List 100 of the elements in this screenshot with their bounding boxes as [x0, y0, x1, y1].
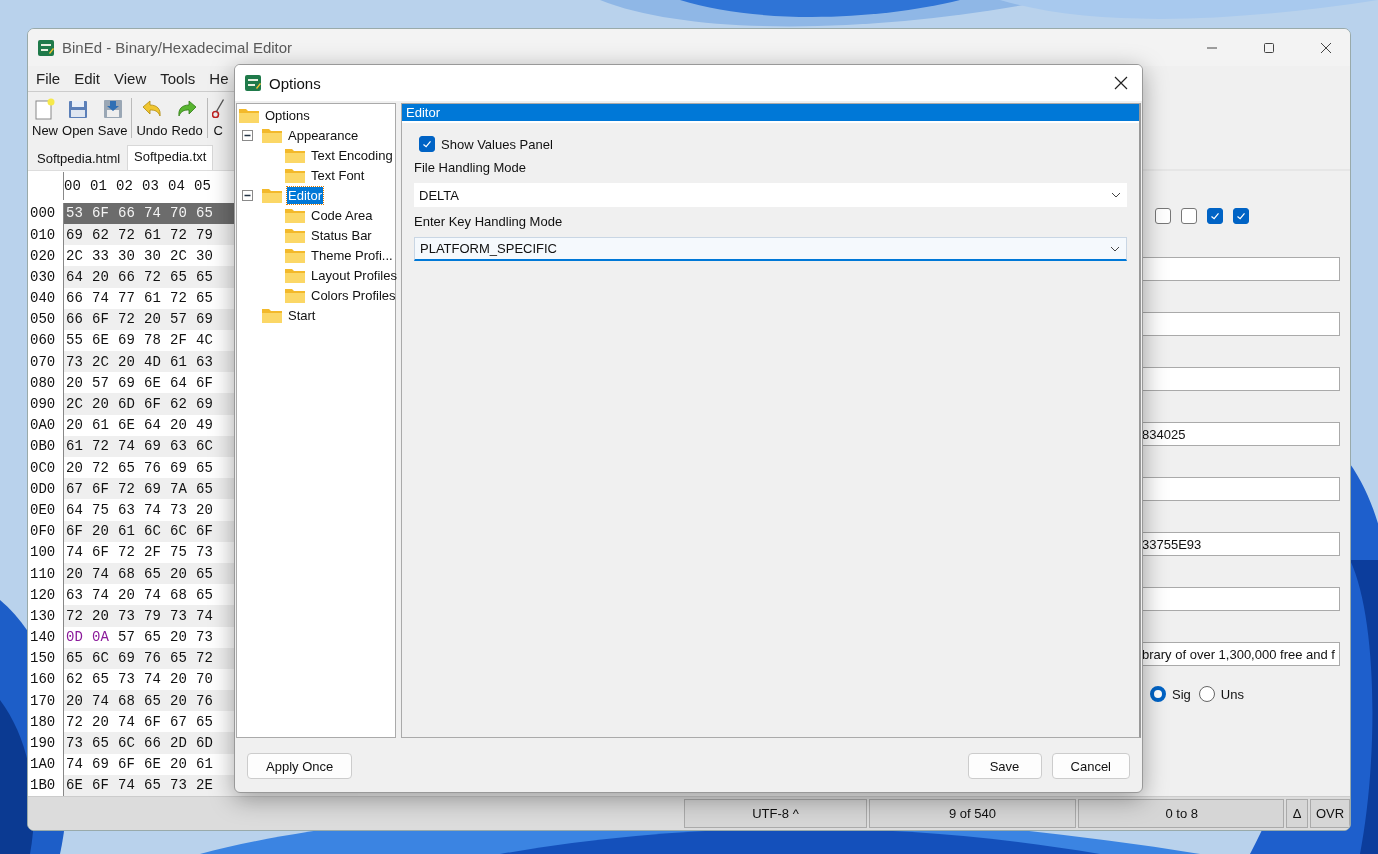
toolbar-button[interactable]: Save	[95, 98, 130, 139]
dialog-button[interactable]: Cancel	[1051, 753, 1130, 779]
hex-byte: 72	[144, 268, 162, 285]
hex-byte: 73	[196, 544, 214, 561]
column-header: 05	[194, 177, 212, 194]
dropdown[interactable]: DELTA	[414, 183, 1127, 207]
hex-byte: 20	[92, 523, 110, 540]
column-header: 04	[168, 177, 186, 194]
hex-byte: 73	[118, 607, 136, 624]
hex-byte: 20	[92, 713, 110, 730]
dialog-button[interactable]: Apply Once	[247, 753, 353, 779]
offset-label: 050	[28, 308, 64, 330]
hex-byte: 65	[170, 650, 188, 667]
offset-label: 150	[28, 647, 64, 669]
menu-item[interactable]: He	[204, 70, 234, 87]
close-icon[interactable]	[1320, 41, 1332, 54]
value-field[interactable]: brary of over 1,300,000 free and f	[1142, 642, 1340, 666]
offset-label: 080	[28, 372, 64, 394]
hex-byte: 72	[196, 650, 214, 667]
hex-byte: 79	[196, 226, 214, 243]
checkbox[interactable]	[1155, 208, 1171, 224]
hex-byte: 74	[144, 671, 162, 688]
hex-byte: 4D	[144, 353, 162, 370]
hex-byte: 65	[170, 268, 188, 285]
checkbox[interactable]	[1233, 208, 1249, 224]
hex-byte: 65	[196, 565, 214, 582]
checkbox[interactable]	[419, 136, 435, 152]
tree-item[interactable]: Status Bar	[310, 226, 373, 244]
file-tab[interactable]: Softpedia.html	[30, 146, 128, 170]
status-cell: OVR	[1310, 799, 1350, 828]
tree-item[interactable]: Layout Profiles	[310, 266, 398, 284]
value-field[interactable]	[1142, 367, 1340, 391]
hex-byte: 65	[144, 629, 162, 646]
hex-byte: 66	[66, 311, 84, 328]
hex-byte: 20	[118, 353, 136, 370]
hex-byte: 74	[66, 544, 84, 561]
hex-byte: 20	[170, 756, 188, 773]
hex-byte: 64	[144, 417, 162, 434]
radio-button[interactable]: Sig	[1150, 686, 1191, 702]
column-header: 02	[116, 177, 134, 194]
app-icon	[245, 75, 261, 91]
radio-button[interactable]: Uns	[1198, 686, 1244, 702]
toolbar-button[interactable]: Open	[60, 98, 96, 139]
value-field[interactable]	[1142, 312, 1340, 336]
hex-byte: 69	[66, 226, 84, 243]
hex-byte: 20	[66, 692, 84, 709]
offset-label: 070	[28, 351, 64, 373]
toolbar-button[interactable]: C	[209, 98, 227, 139]
value-field[interactable]	[1142, 587, 1340, 611]
hex-byte: 6E	[66, 777, 84, 794]
tree-item[interactable]: Appearance	[287, 126, 360, 144]
hex-byte: 7A	[170, 480, 188, 497]
checkbox[interactable]	[1207, 208, 1223, 224]
checkbox[interactable]	[1181, 208, 1197, 224]
toolbar-button[interactable]: New	[30, 98, 60, 139]
tree-item[interactable]: Options	[264, 106, 311, 124]
hex-byte: 74	[118, 777, 136, 794]
tree-item[interactable]: Start	[287, 306, 317, 324]
toolbar-button[interactable]: Undo	[134, 98, 170, 139]
hex-byte: 76	[144, 459, 162, 476]
menu-item[interactable]: File	[31, 70, 66, 87]
hex-byte: 65	[196, 205, 214, 222]
dropdown[interactable]: PLATFORM_SPECIFIC	[414, 237, 1127, 261]
tree-item[interactable]: Theme Profi...	[310, 246, 394, 264]
setting-label: Enter Key Handling Mode	[414, 213, 564, 231]
hex-byte: 73	[170, 501, 188, 518]
collapse-icon[interactable]	[242, 189, 253, 201]
value-field[interactable]	[1142, 257, 1340, 281]
value-field[interactable]: 834025	[1142, 422, 1340, 446]
tree-item[interactable]: Editor	[287, 186, 323, 204]
tree-item[interactable]: Text Font	[310, 166, 366, 184]
value-field[interactable]	[1142, 477, 1340, 501]
value-field[interactable]: 33755E93	[1142, 532, 1340, 556]
file-tab[interactable]: Softpedia.txt	[127, 144, 214, 170]
hex-byte: 69	[118, 650, 136, 667]
dialog-button[interactable]: Save	[967, 753, 1042, 779]
hex-byte: 63	[170, 438, 188, 455]
hex-byte: 2C	[66, 247, 84, 264]
tree-item[interactable]: Text Encoding	[310, 146, 394, 164]
hex-byte: 6F	[92, 480, 110, 497]
hex-byte: 63	[118, 501, 136, 518]
offset-label: 040	[28, 287, 64, 309]
menu-item[interactable]: View	[109, 70, 152, 87]
tree-item[interactable]: Colors Profiles	[310, 286, 397, 304]
menu-item[interactable]: Tools	[155, 70, 201, 87]
maximize-icon[interactable]	[1263, 41, 1275, 54]
hex-byte: 20	[170, 417, 188, 434]
hex-byte: 61	[118, 523, 136, 540]
menu-item[interactable]: Edit	[69, 70, 106, 87]
hex-byte: 65	[92, 735, 110, 752]
hex-byte: 53	[66, 205, 84, 222]
hex-byte: 69	[118, 332, 136, 349]
hex-byte: 66	[118, 268, 136, 285]
hex-byte: 74	[196, 607, 214, 624]
close-icon[interactable]	[1114, 76, 1128, 90]
collapse-icon[interactable]	[242, 129, 253, 141]
hex-byte: 20	[144, 311, 162, 328]
hex-byte: 61	[92, 417, 110, 434]
offset-label: 0D0	[28, 478, 64, 500]
toolbar-button[interactable]: Redo	[169, 98, 205, 139]
